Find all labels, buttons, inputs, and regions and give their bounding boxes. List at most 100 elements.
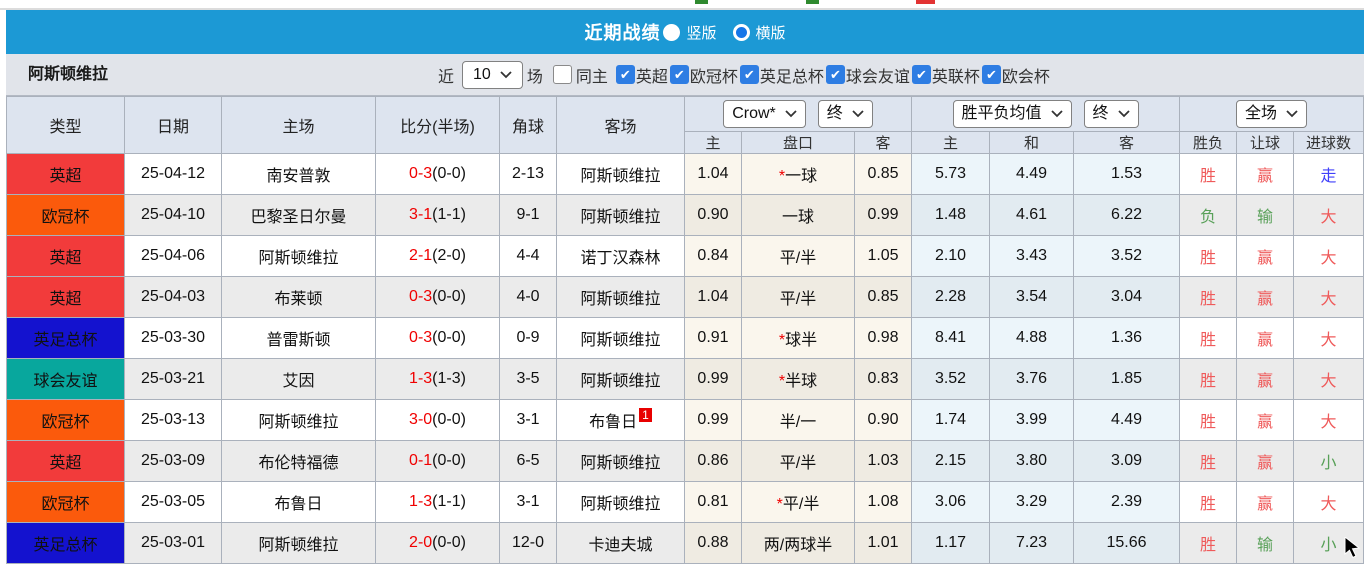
full-time-score: 2-0	[409, 534, 433, 551]
home-team: 巴黎圣日尔曼	[221, 194, 376, 236]
odds-away: 1.05	[853, 235, 913, 277]
col-header-away: 客场	[556, 96, 685, 154]
title-bar: 近期战绩 竖版 横版	[6, 10, 1364, 54]
full-time-score: 0-3	[409, 165, 433, 182]
mouse-cursor	[1344, 537, 1361, 558]
score-cell: 2-0(0-0)	[375, 522, 500, 564]
scope-value: 全场	[1245, 105, 1278, 122]
sub-header-odds-home: 主	[684, 131, 742, 154]
half-time-score: (1-1)	[432, 493, 466, 510]
layout-horizontal-label[interactable]: 横版	[756, 22, 786, 43]
handicap-line: *一球	[741, 153, 855, 195]
type-badge: 欧冠杯	[6, 194, 125, 236]
col-header-score: 比分(半场)	[375, 96, 500, 154]
handicap-line: 平/半	[741, 276, 855, 318]
away-team: 布鲁日 1	[556, 399, 685, 441]
type-badge: 英超	[6, 153, 125, 195]
half-time-score: (1-1)	[432, 206, 466, 223]
mean-draw: 3.43	[989, 235, 1075, 277]
type-badge: 球会友谊	[6, 358, 125, 400]
match-date: 25-04-06	[124, 235, 222, 277]
handicap-line: *半球	[741, 358, 855, 400]
top-strip	[0, 0, 1364, 10]
corner-score: 6-5	[499, 440, 557, 482]
layout-vertical-radio[interactable]	[663, 23, 681, 41]
match-date: 25-04-10	[124, 194, 222, 236]
odds-time-dropdown[interactable]: 终	[817, 100, 873, 128]
handicap-outcome: 赢	[1236, 358, 1295, 400]
goals-outcome: 大	[1293, 481, 1364, 523]
filter-bar: 阿斯顿维拉 近 10 场 同主 ✔ 英超 ✔ 欧冠杯 ✔ 英足总杯 ✔ 球会友谊 ✔ 英联杯 ✔ 欧会…	[6, 54, 1364, 96]
scope-group-header: 全场	[1179, 96, 1364, 132]
full-time-score: 1-3	[409, 493, 433, 510]
odds-source-dropdown[interactable]: Crow*	[723, 100, 806, 128]
sub-header-goals: 进球数	[1293, 131, 1364, 154]
result-outcome: 胜	[1179, 276, 1238, 318]
competition-checkbox[interactable]: ✔	[615, 65, 635, 84]
odds-home: 0.88	[684, 522, 742, 564]
competition-label: 球会友谊	[845, 68, 910, 86]
mean-home: 8.41	[911, 317, 991, 359]
chevron-down-icon	[852, 110, 864, 118]
match-date: 25-04-12	[124, 153, 222, 195]
full-time-score: 1-3	[409, 370, 433, 387]
result-outcome: 胜	[1179, 153, 1238, 195]
competition-checkbox[interactable]: ✔	[911, 65, 931, 84]
competition-checkbox[interactable]: ✔	[981, 65, 1001, 84]
clipped-mark	[916, 0, 935, 4]
mean-source-dropdown[interactable]: 胜平负均值	[952, 100, 1072, 128]
full-time-score: 0-1	[409, 452, 433, 469]
layout-horizontal-radio[interactable]	[732, 23, 750, 41]
handicap-outcome: 赢	[1236, 481, 1295, 523]
away-team: 诺丁汉森林	[556, 235, 685, 277]
corner-score: 9-1	[499, 194, 557, 236]
corner-score: 2-13	[499, 153, 557, 195]
match-row: 欧冠杯 25-03-13 阿斯顿维拉 3-0(0-0) 3-1 布鲁日 1 0.99 半/一 0.…	[6, 399, 1364, 441]
sub-header-handicap-result: 让球	[1236, 131, 1295, 154]
mean-source-value: 胜平负均值	[961, 105, 1042, 122]
handicap-star: *	[778, 373, 786, 390]
col-header-home: 主场	[221, 96, 376, 154]
recent-count-select[interactable]: 10	[462, 60, 523, 89]
mean-time-dropdown[interactable]: 终	[1083, 100, 1139, 128]
layout-vertical-label[interactable]: 竖版	[686, 22, 716, 43]
handicap-line: 两/两球半	[741, 522, 855, 564]
sub-header-mean-away: 客	[1073, 131, 1181, 154]
handicap-outcome: 赢	[1236, 153, 1295, 195]
chevron-down-icon	[1286, 110, 1298, 118]
clipped-mark	[806, 0, 819, 4]
type-badge: 英超	[6, 276, 125, 318]
competition-checkbox[interactable]: ✔	[739, 65, 759, 84]
handicap-outcome: 赢	[1236, 440, 1295, 482]
away-team: 阿斯顿维拉	[556, 153, 685, 195]
mean-home: 2.10	[911, 235, 991, 277]
half-time-score: (0-0)	[432, 534, 466, 551]
competition-checkbox[interactable]: ✔	[669, 65, 689, 84]
mean-away: 1.36	[1073, 317, 1181, 359]
same-home-checkbox[interactable]	[552, 65, 572, 84]
odds-home: 0.91	[684, 317, 742, 359]
scope-dropdown[interactable]: 全场	[1236, 100, 1308, 128]
half-time-score: (2-0)	[432, 247, 466, 264]
col-header-date: 日期	[124, 96, 222, 154]
mean-away: 15.66	[1073, 522, 1181, 564]
goals-outcome: 大	[1293, 399, 1364, 441]
mean-home: 1.17	[911, 522, 991, 564]
mean-draw: 3.99	[989, 399, 1075, 441]
team-name: 阿斯顿维拉	[28, 66, 109, 83]
type-badge: 欧冠杯	[6, 481, 125, 523]
results-table: 类型 日期 主场 比分(半场) 角球 客场 Crow* 终 胜平负均值 终 全场…	[6, 96, 1364, 564]
sub-header-mean-home: 主	[911, 131, 991, 154]
competition-checkbox[interactable]: ✔	[825, 65, 845, 84]
odds-home: 0.86	[684, 440, 742, 482]
match-date: 25-03-13	[124, 399, 222, 441]
match-row: 英超 25-03-09 布伦特福德 0-1(0-0) 6-5 阿斯顿维拉 0.86 平/半 1.…	[6, 440, 1364, 482]
sub-header-mean-draw: 和	[989, 131, 1075, 154]
result-outcome: 胜	[1179, 399, 1238, 441]
corner-score: 0-9	[499, 317, 557, 359]
handicap-line: 一球	[741, 194, 855, 236]
competition-filters: ✔ 英超 ✔ 欧冠杯 ✔ 英足总杯 ✔ 球会友谊 ✔ 英联杯 ✔ 欧会杯	[614, 63, 1050, 87]
away-team: 阿斯顿维拉	[556, 276, 685, 318]
mean-draw: 4.49	[989, 153, 1075, 195]
handicap-line: 平/半	[741, 235, 855, 277]
